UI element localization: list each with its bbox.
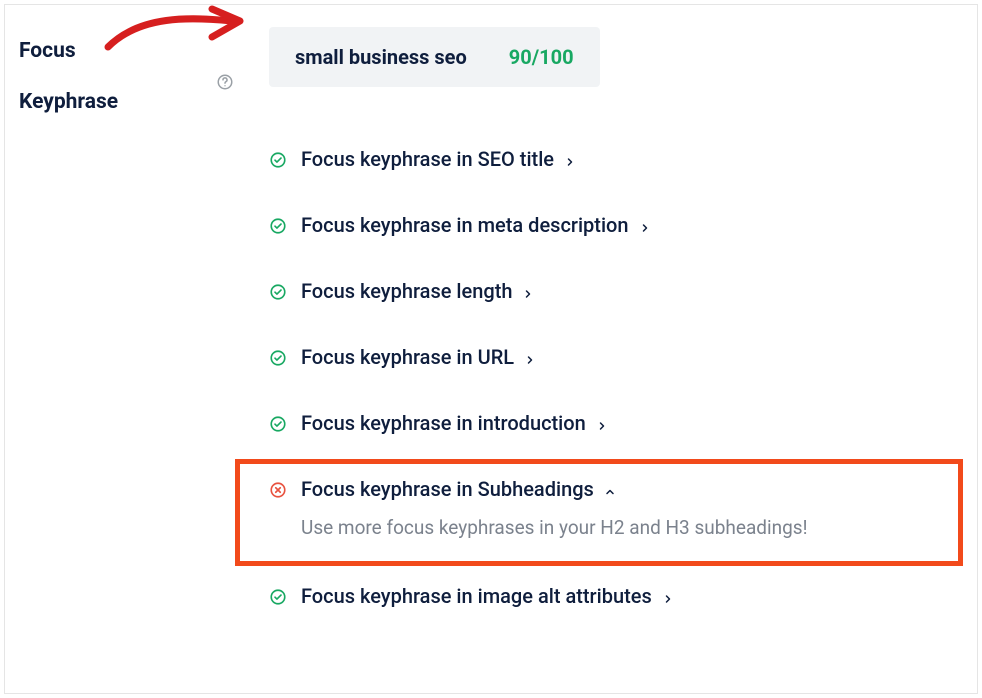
focus-keyphrase-panel: Focus Keyphrase small business seo 90/10… xyxy=(4,4,978,694)
check-item[interactable]: Focus keyphrase in introduction xyxy=(269,391,957,457)
chevron-right-icon xyxy=(564,153,576,165)
section-label-column: Focus Keyphrase xyxy=(19,27,235,671)
check-pass-icon xyxy=(269,217,287,235)
check-pass-icon xyxy=(269,283,287,301)
check-fail-icon xyxy=(269,481,287,499)
check-item[interactable]: Focus keyphrase in URL xyxy=(269,325,957,391)
section-label-line1: Focus xyxy=(19,37,235,66)
check-item[interactable]: Focus keyphrase in image alt attributes xyxy=(269,564,957,630)
check-item[interactable]: Focus keyphrase in SEO title xyxy=(269,127,957,193)
chevron-up-icon xyxy=(604,483,616,495)
chevron-right-icon xyxy=(662,590,674,602)
check-title: Focus keyphrase length xyxy=(301,279,512,303)
check-item[interactable]: Focus keyphrase in Subheadings Use more … xyxy=(269,457,957,564)
check-pass-icon xyxy=(269,415,287,433)
check-title: Focus keyphrase in introduction xyxy=(301,411,586,435)
check-description: Use more focus keyphrases in your H2 and… xyxy=(301,515,957,542)
chevron-right-icon xyxy=(524,351,536,363)
check-item[interactable]: Focus keyphrase in meta description xyxy=(269,193,957,259)
keyphrase-score: 90/100 xyxy=(509,45,574,69)
check-title: Focus keyphrase in URL xyxy=(301,345,514,369)
check-title: Focus keyphrase in Subheadings xyxy=(301,477,594,501)
checks-list: Focus keyphrase in SEO title Focus keyph… xyxy=(269,127,957,630)
check-title: Focus keyphrase in image alt attributes xyxy=(301,584,652,608)
check-pass-icon xyxy=(269,588,287,606)
check-title: Focus keyphrase in SEO title xyxy=(301,147,554,171)
check-pass-icon xyxy=(269,349,287,367)
check-title: Focus keyphrase in meta description xyxy=(301,213,629,237)
keyphrase-text: small business seo xyxy=(295,45,467,69)
help-icon[interactable] xyxy=(216,73,234,91)
section-label-line2: Keyphrase xyxy=(19,88,235,117)
chevron-right-icon xyxy=(639,219,651,231)
checks-column: small business seo 90/100 Focus keyphras… xyxy=(235,27,957,671)
chevron-right-icon xyxy=(522,285,534,297)
check-pass-icon xyxy=(269,151,287,169)
check-item[interactable]: Focus keyphrase length xyxy=(269,259,957,325)
chevron-right-icon xyxy=(596,417,608,429)
keyphrase-score-pill[interactable]: small business seo 90/100 xyxy=(269,27,600,87)
